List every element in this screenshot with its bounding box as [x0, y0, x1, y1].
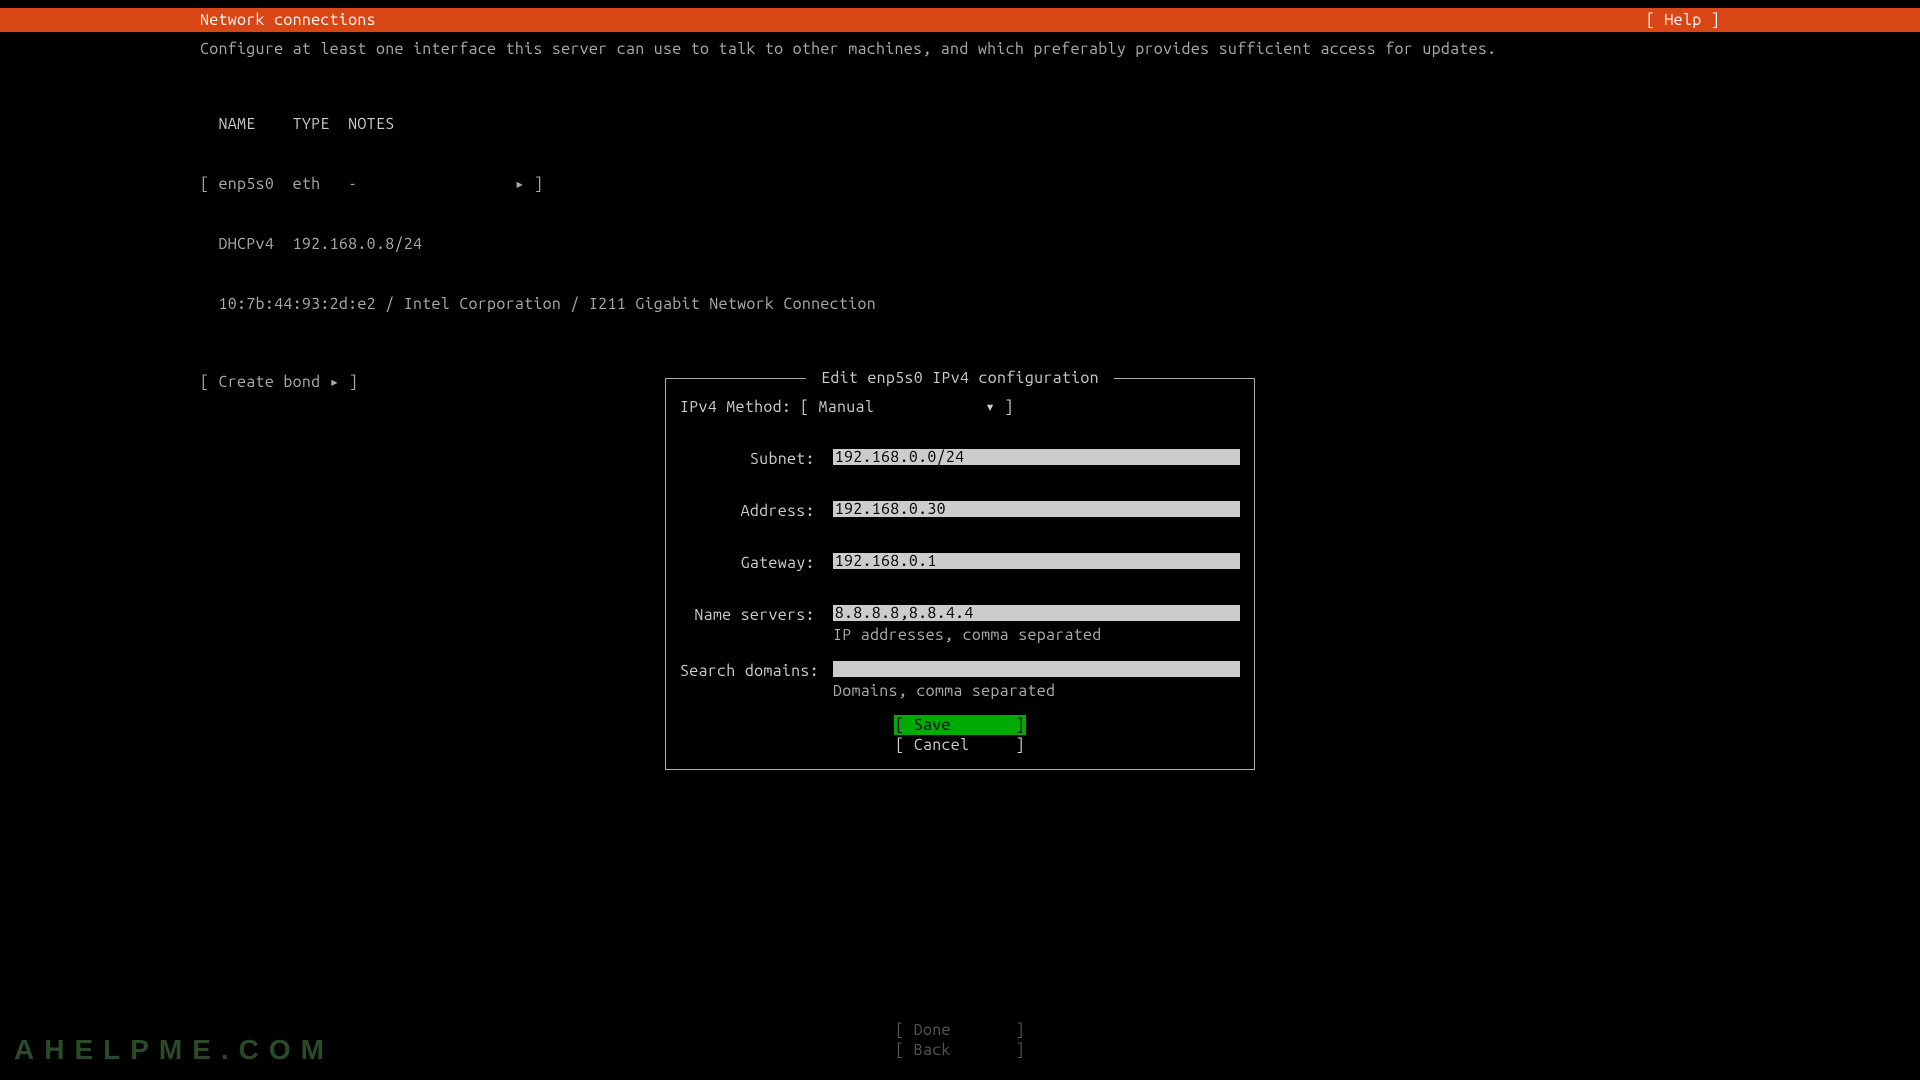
- gateway-label: Gateway:: [680, 553, 815, 573]
- done-button[interactable]: [ Done ]: [895, 1020, 1025, 1040]
- searchdomains-hint: Domains, comma separated: [833, 681, 1240, 701]
- page-title: Network connections: [200, 11, 376, 29]
- nic-dhcp-row: DHCPv4 192.168.0.8/24: [200, 234, 1720, 254]
- nic-interface-row[interactable]: [ enp5s0 eth - ▸ ]: [200, 174, 1720, 194]
- watermark: AHELPME.COM: [14, 1034, 334, 1066]
- ipv4-config-dialog: Edit enp5s0 IPv4 configuration IPv4 Meth…: [665, 378, 1255, 770]
- nic-mac-row: 10:7b:44:93:2d:e2 / Intel Corporation / …: [200, 294, 1720, 314]
- address-input[interactable]: 192.168.0.30: [833, 501, 1240, 517]
- address-label: Address:: [680, 501, 815, 521]
- subnet-input[interactable]: 192.168.0.0/24: [833, 449, 1240, 465]
- save-button[interactable]: [ Save ]: [894, 715, 1026, 735]
- nic-header-row: NAME TYPE NOTES: [200, 114, 1720, 134]
- subnet-label: Subnet:: [680, 449, 815, 469]
- dialog-title: Edit enp5s0 IPv4 configuration: [806, 369, 1114, 387]
- nameservers-hint: IP addresses, comma separated: [833, 625, 1240, 645]
- searchdomains-input[interactable]: [833, 661, 1240, 677]
- nameservers-input[interactable]: 8.8.8.8,8.8.4.4: [833, 605, 1240, 621]
- nameservers-label: Name servers:: [680, 605, 815, 625]
- back-button[interactable]: [ Back ]: [895, 1040, 1025, 1060]
- footer-buttons: [ Done ] [ Back ]: [895, 1020, 1025, 1060]
- main-content: Configure at least one interface this se…: [0, 32, 1920, 399]
- help-button[interactable]: [ Help ]: [1646, 11, 1720, 29]
- gateway-input[interactable]: 192.168.0.1: [833, 553, 1240, 569]
- searchdomains-label: Search domains:: [680, 661, 815, 681]
- cancel-button[interactable]: [ Cancel ]: [895, 735, 1025, 755]
- ipv4-method-dropdown[interactable]: [ Manual ▾ ]: [800, 397, 1014, 417]
- intro-text: Configure at least one interface this se…: [200, 40, 1720, 58]
- ipv4-method-label: IPv4 Method:: [680, 397, 800, 417]
- nic-list: NAME TYPE NOTES [ enp5s0 eth - ▸ ] DHCPv…: [200, 74, 1720, 354]
- header-bar: Network connections [ Help ]: [0, 8, 1920, 32]
